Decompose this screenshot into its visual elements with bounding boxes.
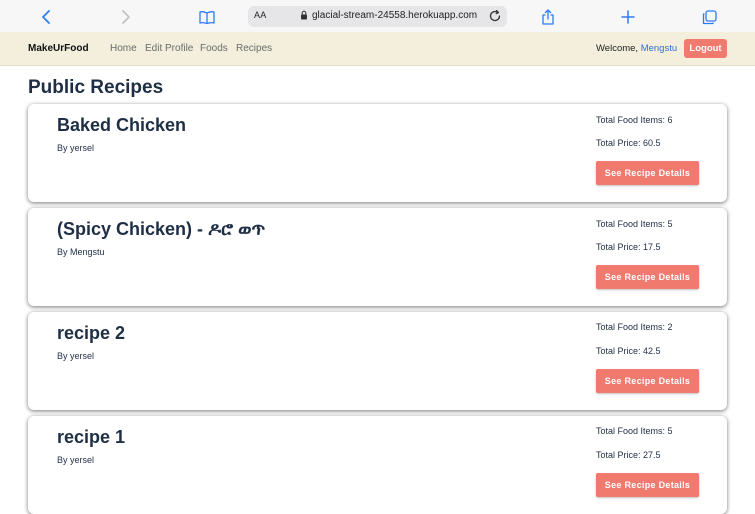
recipe-title: (Spicy Chicken) - ዶሮ ወጥ [57, 219, 266, 239]
bookmarks-book-icon[interactable] [196, 6, 218, 28]
see-recipe-details-button[interactable]: See Recipe Details [596, 369, 699, 393]
new-tab-plus-icon[interactable] [617, 6, 639, 28]
total-price: Total Price: 60.5 [596, 138, 661, 148]
recipe-author: By Mengstu [57, 247, 105, 257]
recipe-author: By yersel [57, 455, 95, 465]
nav-link-recipes[interactable]: Recipes [236, 43, 272, 54]
welcome-message: Welcome, Mengstu [596, 43, 677, 54]
recipe-card: recipe 2 By yersel Total Food Items: 2 T… [28, 312, 727, 410]
total-price: Total Price: 42.5 [596, 346, 661, 356]
reload-icon[interactable] [488, 9, 502, 26]
recipe-card: Baked Chicken By yersel Total Food Items… [28, 104, 727, 202]
share-icon[interactable] [537, 6, 559, 28]
logout-button[interactable]: Logout [684, 39, 727, 58]
nav-link-edit-profile[interactable]: Edit Profile [145, 43, 193, 54]
back-chevron-icon[interactable] [36, 6, 58, 28]
see-recipe-details-button[interactable]: See Recipe Details [596, 265, 699, 289]
page-title: Public Recipes [28, 77, 164, 98]
see-recipe-details-button[interactable]: See Recipe Details [596, 161, 699, 185]
total-food-items: Total Food Items: 2 [596, 322, 673, 332]
nav-link-foods[interactable]: Foods [200, 43, 228, 54]
brand-logo-text[interactable]: MakeUrFood [28, 43, 89, 54]
url-text: glacial-stream-24558.herokuapp.com [312, 10, 478, 21]
nav-link-home[interactable]: Home [110, 43, 137, 54]
browser-toolbar: AA glacial-stream-24558.herokuapp.com [0, 0, 755, 32]
total-food-items: Total Food Items: 5 [596, 219, 673, 229]
username-link[interactable]: Mengstu [641, 43, 677, 54]
recipe-title: Baked Chicken [57, 115, 187, 135]
total-price: Total Price: 27.5 [596, 450, 661, 460]
total-price: Total Price: 17.5 [596, 242, 661, 252]
total-food-items: Total Food Items: 5 [596, 426, 673, 436]
see-recipe-details-button[interactable]: See Recipe Details [596, 473, 699, 497]
site-navbar: MakeUrFood Home Edit Profile Foods Recip… [0, 32, 755, 66]
text-size-button[interactable]: AA [254, 10, 266, 20]
recipe-card: (Spicy Chicken) - ዶሮ ወጥ By Mengstu Total… [28, 208, 727, 306]
recipe-title: recipe 1 [57, 427, 126, 447]
lock-icon [300, 10, 308, 23]
recipe-author: By yersel [57, 351, 95, 361]
recipe-author: By yersel [57, 143, 95, 153]
welcome-prefix: Welcome, [596, 43, 639, 54]
recipe-card: recipe 1 By yersel Total Food Items: 5 T… [28, 416, 727, 514]
recipe-title: recipe 2 [57, 323, 126, 343]
address-bar[interactable]: AA glacial-stream-24558.herokuapp.com [248, 6, 507, 27]
forward-chevron-icon[interactable] [114, 6, 136, 28]
tabs-overview-icon[interactable] [698, 6, 720, 28]
total-food-items: Total Food Items: 6 [596, 115, 673, 125]
